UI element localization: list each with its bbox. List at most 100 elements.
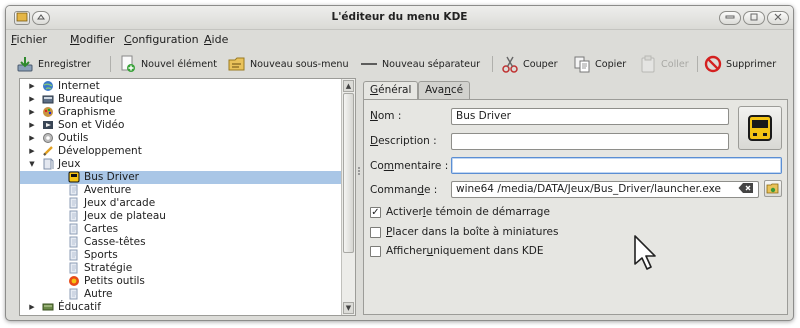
tree-item-label: Éducatif (58, 301, 101, 313)
tab-accel: G (370, 84, 379, 96)
folder-icon (69, 223, 78, 235)
bus-icon (748, 115, 772, 141)
save-button[interactable]: Enregistrer (16, 53, 91, 75)
tree-item-cartes[interactable]: Cartes (20, 223, 342, 236)
kde-only-checkbox[interactable]: Afficher u niquement dans KDE (370, 245, 544, 257)
scroll-thumb[interactable] (343, 93, 354, 253)
tree-item-internet[interactable]: ▶ Internet (20, 80, 342, 93)
menu-modifier[interactable]: Modifier (70, 33, 115, 46)
clear-text-icon (738, 183, 753, 193)
folder-icon (69, 262, 78, 274)
copy-label: Copier (595, 58, 627, 70)
new-item-button[interactable]: Nouvel élément (119, 53, 217, 75)
checkbox-box[interactable] (370, 245, 381, 257)
command-field[interactable]: wine64 /media/DATA/Jeux/Bus_Driver/launc… (451, 181, 759, 198)
scroll-down-button[interactable]: ▼ (343, 302, 354, 314)
tab-advanced[interactable]: Avancé (418, 81, 471, 99)
label-text: Co (370, 160, 384, 172)
tree-item-label: Cartes (84, 223, 119, 235)
launch-feedback-checkbox[interactable]: ✓ Activer le témoin de démarrage (370, 206, 550, 218)
tree-item-label: Stratégie (84, 262, 133, 274)
close-button[interactable] (767, 11, 789, 25)
tree-item-label: Sports (84, 249, 118, 261)
command-label: Commande : (370, 184, 437, 196)
tree-item-educatif[interactable]: ▶ Éducatif (20, 301, 342, 314)
tree-item-label: Bus Driver (84, 171, 139, 183)
title-bar[interactable]: L'éditeur du menu KDE (6, 6, 793, 30)
tree-item-developpement[interactable]: ▶ Développement (20, 145, 342, 158)
name-field[interactable]: Bus Driver (451, 108, 729, 125)
new-item-label: Nouvel élément (141, 58, 217, 70)
scissors-icon (502, 56, 518, 73)
development-icon (43, 146, 53, 156)
tree-item-strategie[interactable]: Stratégie (20, 262, 342, 275)
checkbox-box[interactable] (370, 226, 381, 238)
expand-arrow-icon[interactable]: ▶ (28, 106, 36, 119)
tree-item-jeux[interactable]: ▼ Jeux (20, 158, 342, 171)
checkbox-label: Afficher (386, 245, 427, 257)
toolbar-separator (110, 56, 111, 72)
copy-button[interactable]: Copier (573, 53, 626, 75)
tree-item-graphisme[interactable]: ▶ Graphisme (20, 106, 342, 119)
tree-item-label: Internet (58, 80, 100, 92)
browse-command-button[interactable] (764, 180, 782, 197)
new-separator-label: Nouveau séparateur (382, 58, 481, 70)
name-label: Nom : (370, 110, 401, 122)
minimize-button[interactable] (719, 11, 741, 25)
tree-item-outils[interactable]: ▶ Outils (20, 132, 342, 145)
tree-item-sports[interactable]: Sports (20, 249, 342, 262)
expand-arrow-icon[interactable]: ▶ (28, 132, 36, 145)
tree-item-autre[interactable]: Autre (20, 288, 342, 301)
cut-button[interactable]: Couper (501, 53, 558, 75)
tab-general[interactable]: Général (363, 81, 419, 100)
clear-field-button[interactable] (738, 182, 754, 194)
icon-chooser-button[interactable] (738, 106, 782, 150)
expand-arrow-icon[interactable]: ▶ (28, 93, 36, 106)
menu-aide[interactable]: Aide (204, 33, 228, 46)
copy-icon (574, 56, 590, 73)
tree-scrollbar[interactable]: ▲ ▼ (341, 79, 355, 315)
delete-icon (704, 55, 722, 73)
tree-item-jeux-de-plateau[interactable]: Jeux de plateau (20, 210, 342, 223)
new-separator-button[interactable]: Nouveau séparateur (360, 53, 480, 75)
tree-item-bureautique[interactable]: ▶ Bureautique (20, 93, 342, 106)
menu-accel: M (70, 33, 80, 46)
menu-tree[interactable]: ▶ Internet ▶ Bureautique ▶ Graphisme ▶ Son et V… (19, 78, 356, 316)
office-icon (42, 95, 54, 104)
tree-item-jeux-d-arcade[interactable]: Jeux d'arcade (20, 197, 342, 210)
collapse-arrow-icon[interactable]: ▼ (28, 158, 36, 171)
tree-item-aventure[interactable]: Aventure (20, 184, 342, 197)
delete-button[interactable]: Supprimer (704, 53, 776, 75)
expand-arrow-icon[interactable]: ▶ (28, 80, 36, 93)
new-submenu-icon (228, 57, 245, 71)
menu-fichier[interactable]: Fichier (11, 33, 47, 46)
scroll-up-button[interactable]: ▲ (343, 80, 354, 92)
mouse-cursor-icon (634, 235, 656, 270)
paste-button[interactable]: Coller (639, 53, 689, 75)
new-submenu-button[interactable]: Nouveau sous-menu (228, 53, 349, 75)
comment-field[interactable] (451, 157, 782, 174)
label-text: mentaire : (394, 160, 449, 172)
menu-label: onfiguration (131, 33, 199, 46)
tree-item-petits-outils[interactable]: Petits outils (20, 275, 342, 288)
tree-item-label: Jeux (58, 158, 81, 170)
description-field[interactable] (451, 133, 729, 150)
splitter-handle[interactable] (357, 166, 361, 178)
new-item-icon (121, 55, 135, 72)
tree-item-casse-tetes[interactable]: Casse-têtes (20, 236, 342, 249)
expand-arrow-icon[interactable]: ▶ (28, 119, 36, 132)
tree-item-son-et-video[interactable]: ▶ Son et Vidéo (20, 119, 342, 132)
checkbox-box[interactable]: ✓ (370, 206, 381, 218)
expand-arrow-icon[interactable]: ▶ (28, 301, 36, 314)
label-accel: d (417, 184, 424, 196)
label-text: om : (377, 110, 402, 122)
tree-item-bus-driver[interactable]: Bus Driver (20, 171, 342, 184)
tree-item-label: Bureautique (58, 93, 123, 105)
menu-bar: Fichier Modifier Configuration Aide (6, 30, 793, 50)
folder-icon (69, 210, 78, 222)
system-tray-checkbox[interactable]: Placer dans la boîte à miniatures (370, 226, 558, 238)
expand-arrow-icon[interactable]: ▶ (28, 145, 36, 158)
maximize-button[interactable] (743, 11, 765, 25)
open-folder-icon (766, 183, 779, 194)
menu-configuration[interactable]: Configuration (124, 33, 199, 46)
